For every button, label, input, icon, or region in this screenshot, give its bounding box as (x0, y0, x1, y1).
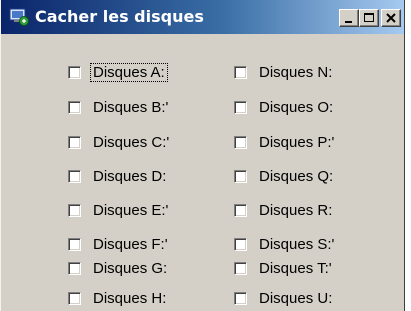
checkbox-label: Disques U: (259, 289, 333, 307)
checkbox-box[interactable] (234, 203, 247, 217)
checkbox-box[interactable] (234, 237, 247, 251)
checkbox-disque-n[interactable]: Disques N: (234, 62, 334, 82)
checkbox-disque-r[interactable]: Disques R: (234, 200, 334, 220)
checkbox-disque-t[interactable]: Disques T:' (234, 258, 334, 278)
checkbox-disque-d[interactable]: Disques D: (68, 166, 168, 186)
checkbox-box[interactable] (68, 261, 81, 275)
checkbox-disque-o[interactable]: Disques O: (234, 97, 335, 117)
checkbox-box[interactable] (68, 100, 81, 114)
checkbox-label: Disques S:' (259, 235, 335, 253)
minimize-icon (345, 21, 352, 23)
checkbox-disque-c[interactable]: Disques C:' (68, 132, 171, 152)
checkbox-label: Disques O: (259, 98, 334, 116)
checkbox-box[interactable] (68, 291, 81, 305)
app-window: Cacher les disques Disques A: Disques B:… (0, 0, 405, 311)
checkbox-label: Disques C:' (93, 133, 170, 151)
checkbox-box[interactable] (68, 169, 81, 183)
checkbox-label: Disques N: (259, 63, 333, 81)
background-edge (405, 0, 411, 311)
checkbox-disque-h[interactable]: Disques H: (68, 288, 168, 308)
checkbox-disque-u[interactable]: Disques U: (234, 288, 334, 308)
checkbox-disque-p[interactable]: Disques P:' (234, 132, 336, 152)
close-icon (386, 13, 396, 23)
checkbox-box[interactable] (234, 100, 247, 114)
checkbox-disque-e[interactable]: Disques E:' (68, 200, 170, 220)
maximize-button[interactable] (359, 9, 379, 27)
app-icon[interactable] (9, 8, 29, 26)
checkbox-label: Disques Q: (259, 167, 334, 185)
checkbox-disque-s[interactable]: Disques S:' (234, 234, 336, 254)
checkbox-disque-f[interactable]: Disques F:' (68, 234, 170, 254)
checkbox-box[interactable] (68, 135, 81, 149)
close-button[interactable] (381, 9, 401, 27)
checkbox-box[interactable] (234, 65, 247, 79)
checkbox-label: Disques R: (259, 201, 333, 219)
checkbox-box[interactable] (234, 169, 247, 183)
checkbox-label: Disques P:' (259, 133, 335, 151)
title-bar[interactable]: Cacher les disques (1, 0, 404, 34)
checkbox-box[interactable] (68, 203, 81, 217)
checkbox-label: Disques H: (93, 289, 167, 307)
checkbox-box[interactable] (68, 65, 81, 79)
checkbox-disque-q[interactable]: Disques Q: (234, 166, 335, 186)
checkbox-label: Disques B:' (93, 98, 169, 116)
checkbox-label: Disques G: (93, 259, 168, 277)
minimize-button[interactable] (339, 9, 359, 27)
checkbox-box[interactable] (68, 237, 81, 251)
checkbox-box[interactable] (234, 135, 247, 149)
maximize-icon (364, 13, 374, 22)
checkbox-disque-a[interactable]: Disques A: (68, 62, 168, 82)
checkbox-box[interactable] (234, 261, 247, 275)
checkbox-disque-b[interactable]: Disques B:' (68, 97, 170, 117)
checkbox-label: Disques E:' (93, 201, 169, 219)
checkbox-label: Disques F:' (93, 235, 168, 253)
window-title: Cacher les disques (35, 7, 204, 26)
checkbox-label: Disques T:' (259, 259, 332, 277)
checkbox-label: Disques A: (90, 62, 168, 82)
checkbox-label: Disques D: (93, 167, 167, 185)
checkbox-box[interactable] (234, 291, 247, 305)
checkbox-disque-g[interactable]: Disques G: (68, 258, 169, 278)
